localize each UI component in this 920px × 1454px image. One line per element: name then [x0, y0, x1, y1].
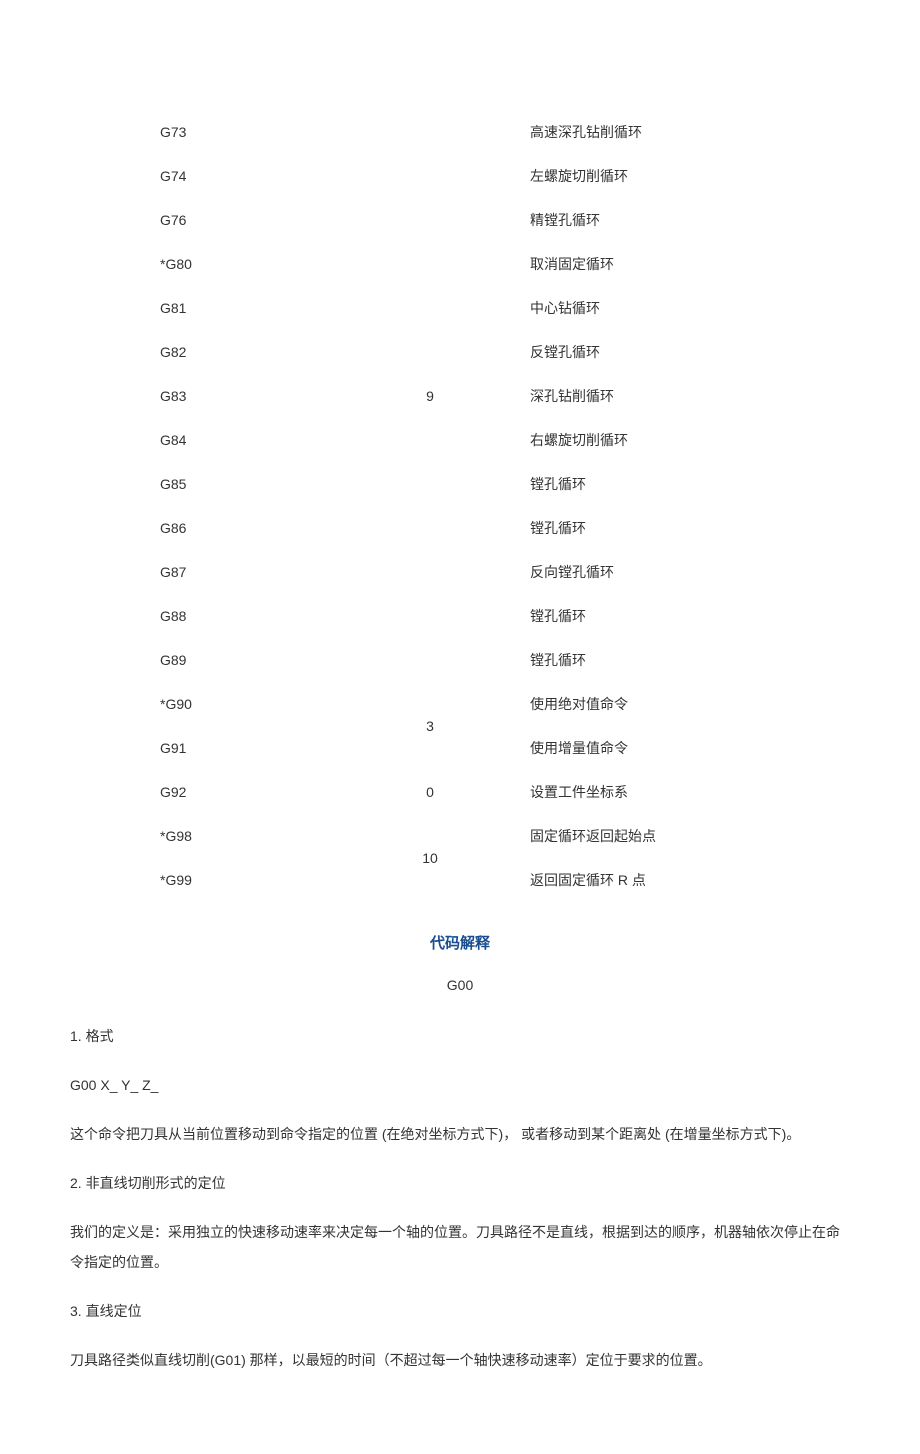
- table-cell-group: 0: [340, 770, 520, 814]
- paragraph: 刀具路径类似直线切削(G01) 那样，以最短的时间（不超过每一个轴快速移动速率）…: [70, 1345, 850, 1376]
- table-cell-code: G73: [150, 110, 340, 154]
- table-cell-code: G85: [150, 462, 340, 506]
- table-group-3: *G90 G91 3 使用绝对值命令 使用增量值命令: [150, 682, 770, 770]
- table-cell-code: G92: [150, 770, 340, 814]
- table-cell-group: 3: [340, 682, 520, 770]
- table-cell-group: 9: [340, 110, 520, 682]
- table-cell-code: *G99: [150, 858, 340, 902]
- table-cell-code: G81: [150, 286, 340, 330]
- table-cell-desc: 右螺旋切削循环: [520, 418, 770, 462]
- table-cell-desc: 使用增量值命令: [520, 726, 770, 770]
- table-cell-desc: 返回固定循环 R 点: [520, 858, 770, 902]
- paragraph: 1. 格式: [70, 1021, 850, 1052]
- table-cell-desc: 镗孔循环: [520, 506, 770, 550]
- table-cell-group: 10: [340, 814, 520, 902]
- table-cell-desc: 高速深孔钻削循环: [520, 110, 770, 154]
- paragraph: 3. 直线定位: [70, 1296, 850, 1327]
- table-cell-desc: 反镗孔循环: [520, 330, 770, 374]
- paragraph: 2. 非直线切削形式的定位: [70, 1168, 850, 1199]
- table-cell-code: G83: [150, 374, 340, 418]
- table-cell-desc: 固定循环返回起始点: [520, 814, 770, 858]
- table-group-0: G92 0 设置工件坐标系: [150, 770, 770, 814]
- gcode-table: G73 G74 G76 *G80 G81 G82 G83 G84 G85 G86…: [150, 110, 770, 902]
- sub-title: G00: [70, 974, 850, 996]
- table-cell-code: G82: [150, 330, 340, 374]
- table-cell-desc: 反向镗孔循环: [520, 550, 770, 594]
- table-cell-code: G74: [150, 154, 340, 198]
- table-cell-code: G89: [150, 638, 340, 682]
- table-cell-desc: 精镗孔循环: [520, 198, 770, 242]
- table-group-9: G73 G74 G76 *G80 G81 G82 G83 G84 G85 G86…: [150, 110, 770, 682]
- table-cell-desc: 取消固定循环: [520, 242, 770, 286]
- table-cell-desc: 设置工件坐标系: [520, 770, 770, 814]
- table-group-10: *G98 *G99 10 固定循环返回起始点 返回固定循环 R 点: [150, 814, 770, 902]
- table-cell-desc: 使用绝对值命令: [520, 682, 770, 726]
- table-cell-code: G91: [150, 726, 340, 770]
- table-cell-code: G86: [150, 506, 340, 550]
- table-cell-desc: 镗孔循环: [520, 462, 770, 506]
- table-cell-code: *G98: [150, 814, 340, 858]
- paragraph: 我们的定义是：采用独立的快速移动速率来决定每一个轴的位置。刀具路径不是直线，根据…: [70, 1217, 850, 1279]
- table-cell-desc: 镗孔循环: [520, 638, 770, 682]
- paragraph: 这个命令把刀具从当前位置移动到命令指定的位置 (在绝对坐标方式下)， 或者移动到…: [70, 1119, 850, 1150]
- section-title: 代码解释: [70, 932, 850, 956]
- table-cell-code: G88: [150, 594, 340, 638]
- table-cell-desc: 深孔钻削循环: [520, 374, 770, 418]
- table-cell-code: *G80: [150, 242, 340, 286]
- table-cell-code: G87: [150, 550, 340, 594]
- table-cell-code: G84: [150, 418, 340, 462]
- table-cell-desc: 镗孔循环: [520, 594, 770, 638]
- paragraph: G00 X_ Y_ Z_: [70, 1070, 850, 1101]
- table-cell-code: *G90: [150, 682, 340, 726]
- table-cell-code: G76: [150, 198, 340, 242]
- table-cell-desc: 左螺旋切削循环: [520, 154, 770, 198]
- table-cell-desc: 中心钻循环: [520, 286, 770, 330]
